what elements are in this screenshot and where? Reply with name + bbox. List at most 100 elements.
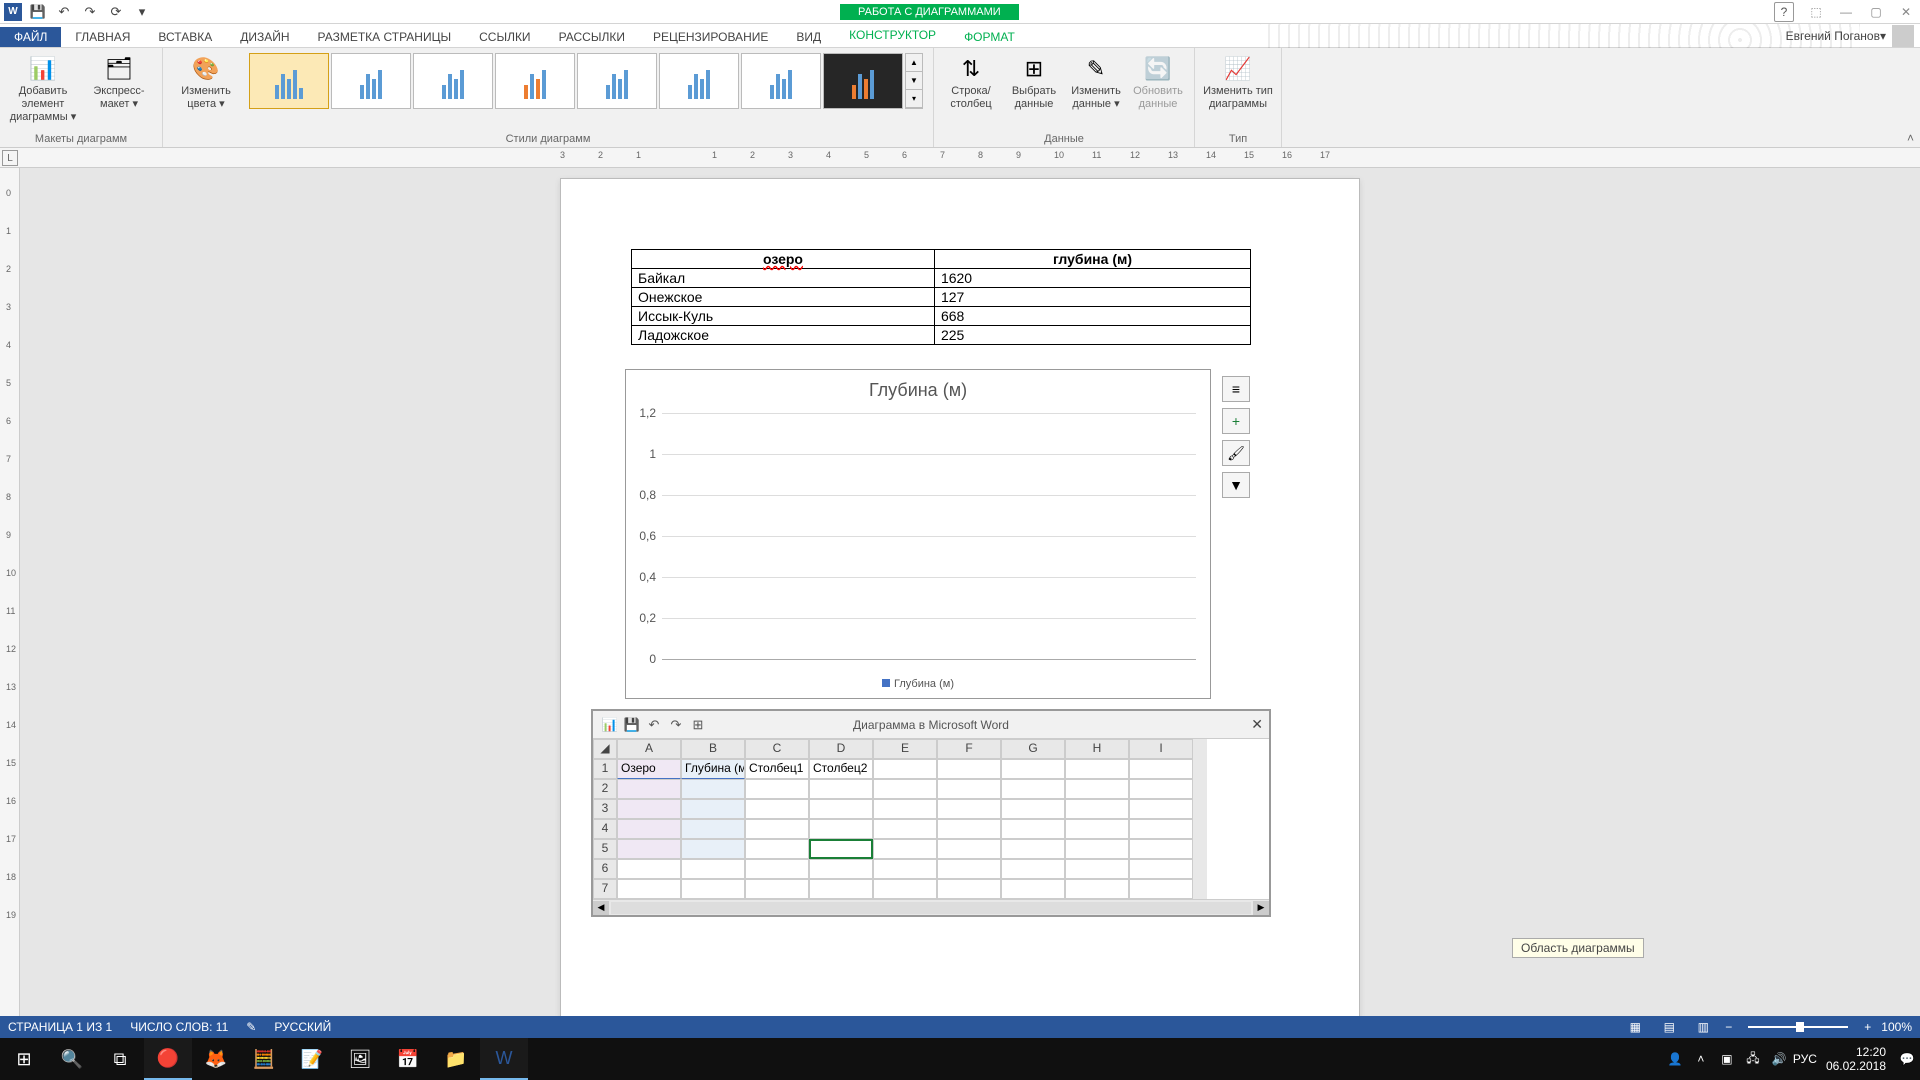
qat-more-icon[interactable]: ▾ bbox=[132, 3, 152, 21]
app-icon[interactable]: 📝 bbox=[288, 1038, 336, 1080]
cell[interactable] bbox=[937, 759, 1001, 779]
cell[interactable] bbox=[1001, 759, 1065, 779]
cell[interactable]: Озеро bbox=[617, 759, 681, 779]
cell[interactable] bbox=[681, 799, 745, 819]
cell[interactable] bbox=[1065, 759, 1129, 779]
volume-icon[interactable]: 🔊 bbox=[1766, 1038, 1792, 1080]
chart-style-1[interactable] bbox=[249, 53, 329, 109]
minimize-icon[interactable]: — bbox=[1832, 2, 1860, 22]
cell-selected[interactable] bbox=[809, 839, 873, 859]
cell[interactable] bbox=[1065, 879, 1129, 899]
cell[interactable] bbox=[937, 839, 1001, 859]
cell[interactable] bbox=[1129, 799, 1193, 819]
cell[interactable] bbox=[873, 759, 937, 779]
cell[interactable] bbox=[937, 779, 1001, 799]
row-header[interactable]: 6 bbox=[593, 859, 617, 879]
col-header[interactable]: C bbox=[745, 739, 809, 759]
word-taskbar-icon[interactable]: W bbox=[480, 1038, 528, 1080]
close-icon[interactable]: ✕ bbox=[1892, 2, 1920, 22]
cell[interactable] bbox=[1065, 819, 1129, 839]
calendar-icon[interactable]: 📅 bbox=[384, 1038, 432, 1080]
cell[interactable] bbox=[1129, 779, 1193, 799]
explorer-icon[interactable]: 📁 bbox=[432, 1038, 480, 1080]
cell[interactable] bbox=[873, 839, 937, 859]
cell[interactable] bbox=[1129, 859, 1193, 879]
tab-selector[interactable]: L bbox=[2, 150, 18, 166]
cell[interactable] bbox=[1129, 879, 1193, 899]
cell[interactable] bbox=[745, 839, 809, 859]
calculator-icon[interactable]: 🧮 bbox=[240, 1038, 288, 1080]
cell[interactable] bbox=[1129, 819, 1193, 839]
cell[interactable] bbox=[681, 819, 745, 839]
undo-button[interactable]: ↶ bbox=[54, 3, 74, 21]
task-view-icon[interactable]: ⧉ bbox=[96, 1038, 144, 1080]
chart-style-8[interactable] bbox=[823, 53, 903, 109]
quick-layout-button[interactable]: 🗂 Экспресс-макет ▾ bbox=[84, 51, 154, 111]
tab-constructor[interactable]: КОНСТРУКТОР bbox=[835, 25, 950, 47]
chart-plot-area[interactable]: 1,2 1 0,8 0,6 0,4 0,2 0 bbox=[662, 414, 1196, 660]
notifications-icon[interactable]: 💬 bbox=[1894, 1038, 1920, 1080]
cell[interactable] bbox=[809, 819, 873, 839]
clock[interactable]: 12:20 06.02.2018 bbox=[1818, 1045, 1894, 1074]
col-header[interactable]: B bbox=[681, 739, 745, 759]
cell[interactable] bbox=[873, 819, 937, 839]
scroll-left-icon[interactable]: ◀ bbox=[593, 901, 609, 915]
cell[interactable] bbox=[937, 879, 1001, 899]
firefox-icon[interactable]: 🦊 bbox=[192, 1038, 240, 1080]
cell[interactable] bbox=[745, 879, 809, 899]
sheet-grid[interactable]: ◢ A B C D E F G H I 1 Озеро Глубина (м) … bbox=[593, 739, 1269, 899]
cell[interactable] bbox=[1001, 779, 1065, 799]
redo-button[interactable]: ↷ bbox=[80, 3, 100, 21]
web-layout-icon[interactable]: ▥ bbox=[1691, 1018, 1715, 1036]
search-icon[interactable]: 🔍 bbox=[48, 1038, 96, 1080]
row-header[interactable]: 4 bbox=[593, 819, 617, 839]
cell[interactable] bbox=[1065, 779, 1129, 799]
tab-references[interactable]: ССЫЛКИ bbox=[465, 27, 544, 47]
save-button[interactable]: 💾 bbox=[28, 3, 48, 21]
cell[interactable] bbox=[1001, 839, 1065, 859]
cell[interactable] bbox=[809, 779, 873, 799]
yandex-browser-icon[interactable]: 🔴 bbox=[144, 1038, 192, 1080]
cell[interactable]: Столбец1 bbox=[745, 759, 809, 779]
collapse-ribbon-icon[interactable]: ˄ bbox=[1907, 131, 1914, 145]
chart-style-7[interactable] bbox=[741, 53, 821, 109]
tab-review[interactable]: РЕЦЕНЗИРОВАНИЕ bbox=[639, 27, 782, 47]
cell[interactable] bbox=[809, 799, 873, 819]
tray-chevron-icon[interactable]: ˄ bbox=[1688, 1038, 1714, 1080]
sheet-hscroll[interactable]: ◀ ▶ bbox=[593, 899, 1269, 915]
col-header[interactable]: F bbox=[937, 739, 1001, 759]
chart-layout-options-button[interactable]: ≡ bbox=[1222, 376, 1250, 402]
chart-styles-button[interactable]: 🖌 bbox=[1222, 440, 1250, 466]
sheet-undo-button[interactable]: ↶ bbox=[643, 715, 665, 735]
select-data-button[interactable]: ⊞ Выбрать данные bbox=[1006, 51, 1062, 111]
chart-style-4[interactable] bbox=[495, 53, 575, 109]
sheet-excel-button[interactable]: ⊞ bbox=[687, 715, 709, 735]
cell[interactable] bbox=[745, 819, 809, 839]
col-header[interactable]: D bbox=[809, 739, 873, 759]
row-header[interactable]: 7 bbox=[593, 879, 617, 899]
chart-legend[interactable]: Глубина (м) bbox=[630, 678, 1206, 690]
scroll-right-icon[interactable]: ▶ bbox=[1253, 901, 1269, 915]
cell[interactable] bbox=[809, 879, 873, 899]
maximize-icon[interactable]: ▢ bbox=[1862, 2, 1890, 22]
cell[interactable] bbox=[873, 779, 937, 799]
tab-insert[interactable]: ВСТАВКА bbox=[144, 27, 226, 47]
cell[interactable] bbox=[1001, 859, 1065, 879]
cell[interactable] bbox=[1001, 819, 1065, 839]
chart-style-3[interactable] bbox=[413, 53, 493, 109]
col-header[interactable]: G bbox=[1001, 739, 1065, 759]
sheet-select-all[interactable]: ◢ bbox=[593, 739, 617, 759]
row-header[interactable]: 5 bbox=[593, 839, 617, 859]
col-header[interactable]: H bbox=[1065, 739, 1129, 759]
cell[interactable] bbox=[681, 879, 745, 899]
language-indicator[interactable]: РУССКИЙ bbox=[274, 1020, 331, 1034]
print-layout-icon[interactable]: ▤ bbox=[1657, 1018, 1681, 1036]
add-chart-element-button[interactable]: 📊 Добавить элемент диаграммы ▾ bbox=[8, 51, 78, 125]
cell[interactable] bbox=[1001, 799, 1065, 819]
chart-object[interactable]: Глубина (м) 1,2 1 0,8 0,6 0,4 0,2 0 Глуб… bbox=[625, 369, 1211, 699]
cell[interactable] bbox=[681, 839, 745, 859]
chart-elements-button[interactable]: + bbox=[1222, 408, 1250, 434]
cell[interactable] bbox=[617, 779, 681, 799]
sheet-vscroll[interactable] bbox=[1193, 739, 1207, 899]
network-icon[interactable]: 🖧 bbox=[1740, 1038, 1766, 1080]
